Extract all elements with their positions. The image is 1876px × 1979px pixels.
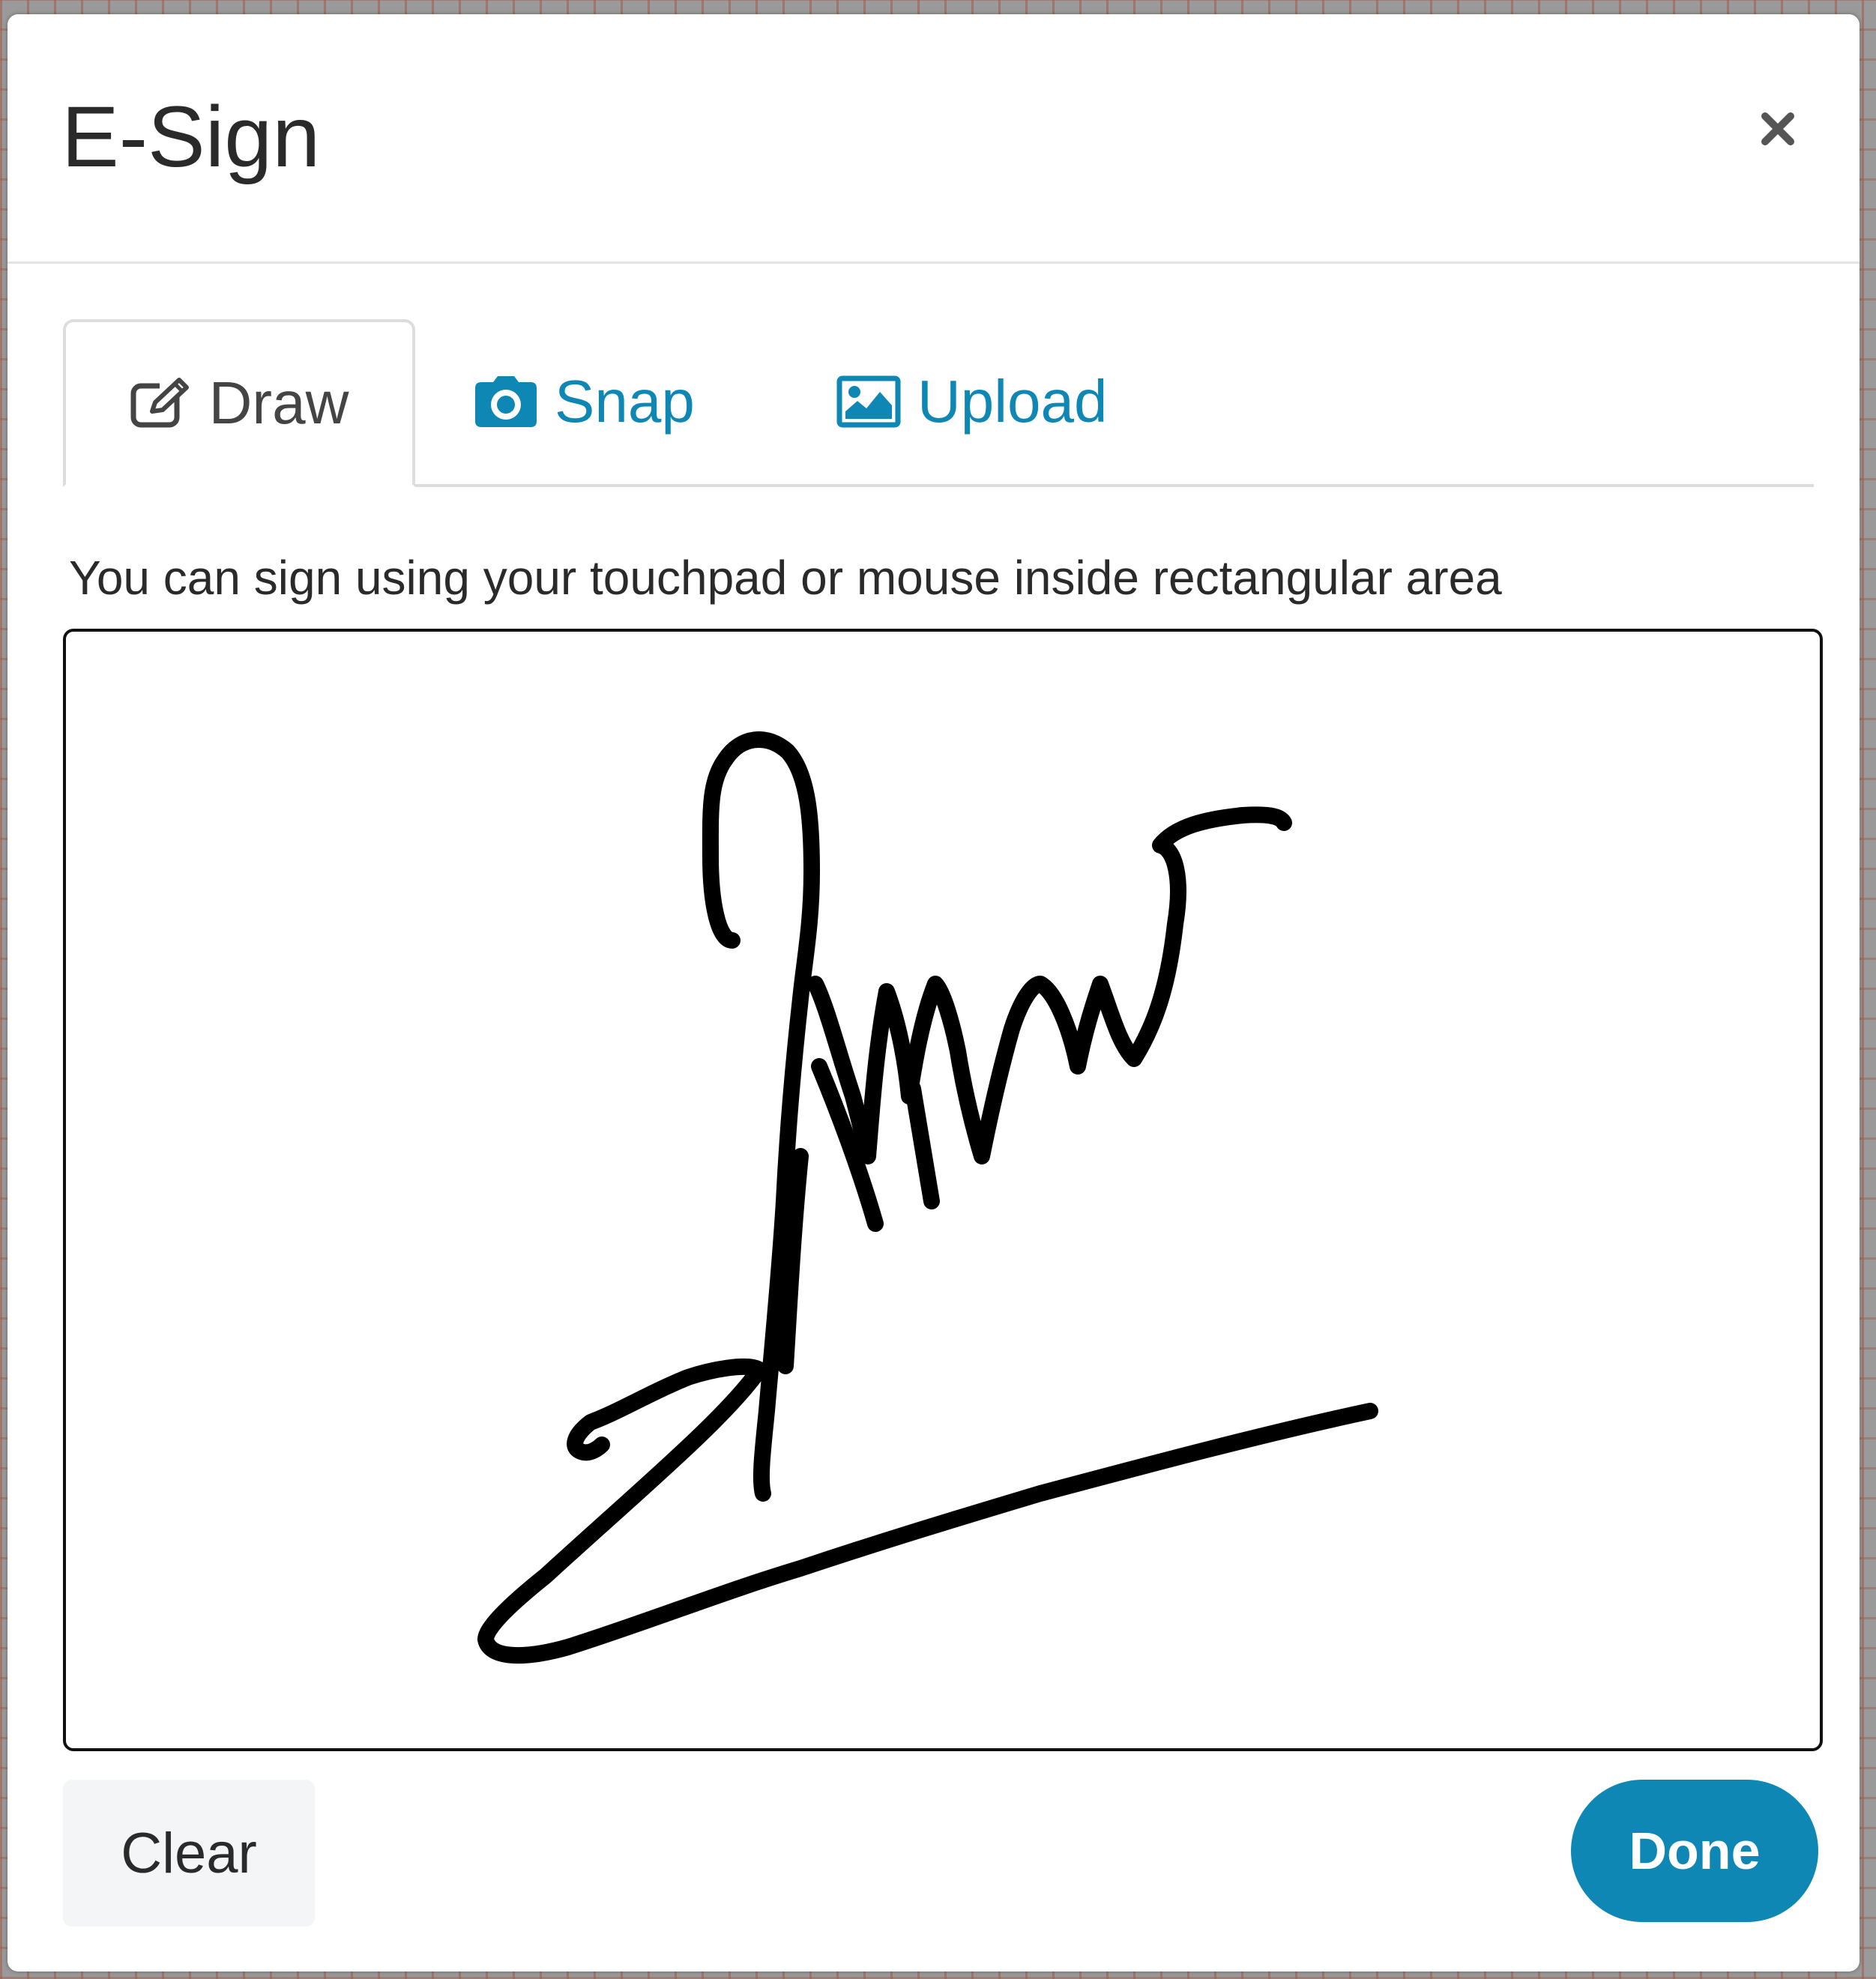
modal-header: E-Sign bbox=[7, 14, 1860, 264]
signature-pad[interactable] bbox=[63, 629, 1823, 1751]
modal-title: E-Sign bbox=[61, 89, 321, 185]
tab-upload[interactable]: Upload bbox=[836, 319, 1108, 484]
camera-icon bbox=[474, 375, 538, 429]
pencil-square-icon bbox=[130, 377, 193, 429]
signature-drawing bbox=[477, 731, 1378, 1664]
instructions-text: You can sign using your touchpad or mous… bbox=[69, 551, 1502, 605]
done-button[interactable]: Done bbox=[1571, 1780, 1818, 1922]
sign-method-tabs: Draw Snap Upload bbox=[63, 319, 1814, 487]
close-button[interactable] bbox=[1744, 95, 1812, 163]
image-icon bbox=[836, 375, 901, 428]
clear-button[interactable]: Clear bbox=[63, 1780, 315, 1927]
close-icon bbox=[1761, 112, 1794, 145]
tab-snap-label: Snap bbox=[555, 368, 695, 435]
e-sign-modal: E-Sign Draw Snap Upload You can sign usi… bbox=[7, 14, 1860, 1972]
tab-upload-label: Upload bbox=[917, 368, 1108, 435]
tab-draw-label: Draw bbox=[208, 369, 349, 436]
tab-snap[interactable]: Snap bbox=[474, 319, 695, 484]
tab-draw[interactable]: Draw bbox=[63, 319, 415, 487]
